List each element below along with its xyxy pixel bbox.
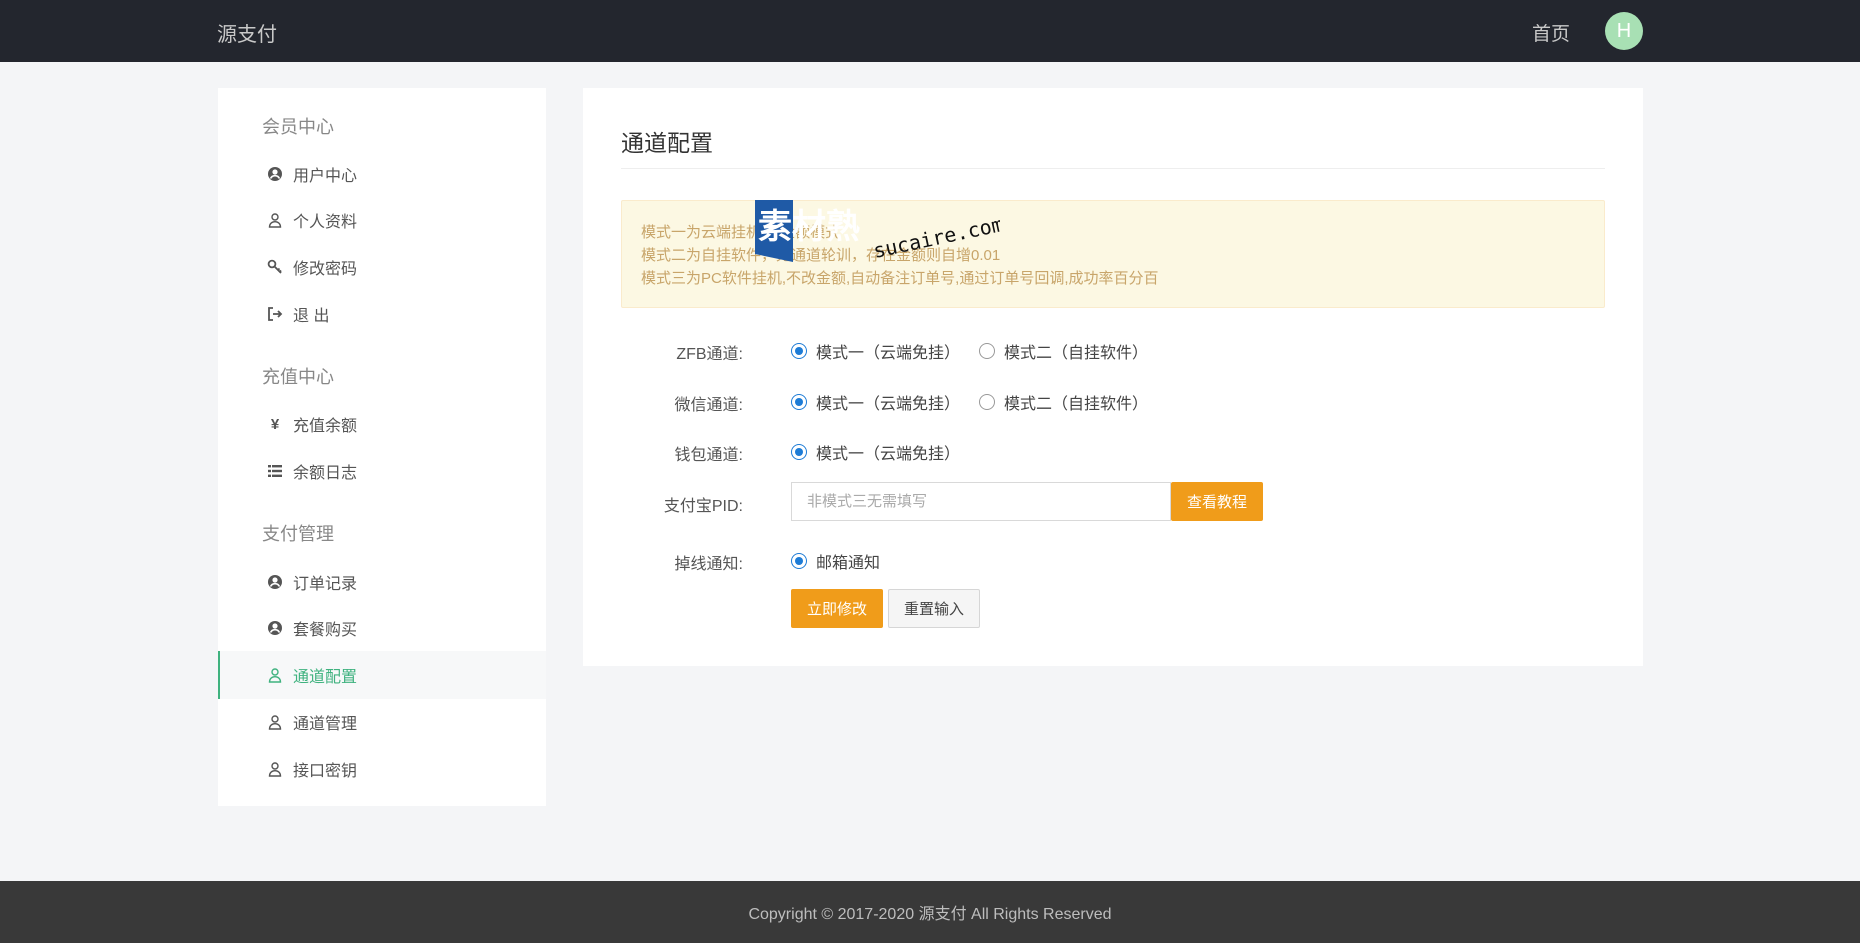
user-outline-icon <box>265 759 285 779</box>
sidebar-item-api-key[interactable]: 接口密钥 <box>218 745 546 793</box>
sidebar-item-channel-config[interactable]: 通道配置 <box>218 651 546 699</box>
notice-line: 模式三为PC软件挂机,不改金额,自动备注订单号,通过订单号回调,成功率百分百 <box>641 270 1159 287</box>
radio-checked-icon <box>791 343 807 359</box>
zfb-channel-label: ZFB通道: <box>676 346 743 363</box>
wechat-mode2-radio[interactable]: 模式二（自挂软件） <box>979 390 1148 414</box>
view-tutorial-button[interactable]: 查看教程 <box>1171 482 1263 521</box>
radio-checked-icon <box>791 444 807 460</box>
user-outline-icon <box>265 712 285 732</box>
footer: Copyright © 2017-2020 源支付 All Rights Res… <box>0 881 1860 943</box>
radio-label: 模式二（自挂软件） <box>1004 396 1149 413</box>
alipay-pid-label: 支付宝PID: <box>663 498 743 515</box>
radio-label: 模式一（云端免挂） <box>816 345 961 362</box>
sidebar-item-label: 充值余额 <box>293 418 358 435</box>
nav-home-link[interactable]: 首页 <box>1532 19 1570 46</box>
user-circle-icon <box>265 572 285 592</box>
list-icon <box>265 461 285 481</box>
sidebar-item-orders[interactable]: 订单记录 <box>218 558 546 606</box>
watermark-cn-text: 素材熟 <box>758 207 860 247</box>
submit-button[interactable]: 立即修改 <box>791 589 883 628</box>
alipay-pid-input[interactable] <box>791 482 1171 521</box>
sidebar-item-label: 修改密码 <box>293 261 358 278</box>
title-divider <box>621 168 1605 169</box>
sidebar-item-label: 通道配置 <box>293 669 358 686</box>
channel-config-panel: 通道配置 模式一为云端挂机,改金额模式 模式二为自挂软件，无通道轮训，存在金额则… <box>583 88 1643 666</box>
sidebar-item-balance-log[interactable]: 余额日志 <box>218 447 546 495</box>
page-title: 通道配置 <box>621 130 713 156</box>
user-circle-icon <box>265 618 285 638</box>
sidebar-item-recharge-balance[interactable]: ¥ 充值余额 <box>218 400 546 448</box>
sidebar-item-label: 套餐购买 <box>293 622 358 639</box>
sidebar-item-label: 余额日志 <box>293 465 358 482</box>
user-outline-icon <box>265 665 285 685</box>
top-navbar: 源支付 首页 H <box>0 0 1860 62</box>
offline-notify-label: 掉线通知: <box>674 556 743 573</box>
yen-icon: ¥ <box>270 415 280 433</box>
sidebar-item-change-password[interactable]: 修改密码 <box>218 243 546 291</box>
logout-icon <box>265 304 285 324</box>
sidebar-item-label: 用户中心 <box>293 168 358 185</box>
copyright-text: Copyright © 2017-2020 源支付 All Rights Res… <box>748 906 1112 923</box>
sidebar-group-member: 会员中心 <box>262 117 334 137</box>
wechat-channel-label: 微信通道: <box>674 397 743 414</box>
radio-unchecked-icon <box>979 343 995 359</box>
sidebar-item-label: 退 出 <box>293 308 330 325</box>
sidebar-item-label: 订单记录 <box>293 576 358 593</box>
sidebar-item-label: 接口密钥 <box>293 763 358 780</box>
radio-checked-icon <box>791 553 807 569</box>
zfb-mode2-radio[interactable]: 模式二（自挂软件） <box>979 339 1148 363</box>
sidebar: 会员中心 用户中心 个人资料 修改密码 退 出 充值中心 ¥ 充值余额 余额日志… <box>218 88 546 806</box>
sidebar-group-payment: 支付管理 <box>262 524 334 544</box>
radio-label: 邮箱通知 <box>816 555 881 572</box>
wallet-mode1-radio[interactable]: 模式一（云端免挂） <box>791 440 960 464</box>
sidebar-group-recharge: 充值中心 <box>262 367 334 387</box>
sidebar-item-label: 通道管理 <box>293 716 358 733</box>
avatar[interactable]: H <box>1605 12 1643 50</box>
sidebar-item-package-purchase[interactable]: 套餐购买 <box>218 604 546 652</box>
sidebar-item-logout[interactable]: 退 出 <box>218 290 546 338</box>
reset-button[interactable]: 重置输入 <box>888 589 980 628</box>
wechat-mode1-radio[interactable]: 模式一（云端免挂） <box>791 390 960 414</box>
sidebar-item-channel-management[interactable]: 通道管理 <box>218 698 546 746</box>
sidebar-item-label: 个人资料 <box>293 214 358 231</box>
watermark-en-text: sucaire.com <box>871 212 1000 262</box>
radio-label: 模式一（云端免挂） <box>816 446 961 463</box>
email-notify-radio[interactable]: 邮箱通知 <box>791 549 880 573</box>
key-icon <box>265 257 285 277</box>
sidebar-item-user-center[interactable]: 用户中心 <box>218 150 546 198</box>
zfb-mode1-radio[interactable]: 模式一（云端免挂） <box>791 339 960 363</box>
wallet-channel-label: 钱包通道: <box>674 447 743 464</box>
radio-unchecked-icon <box>979 394 995 410</box>
sidebar-item-profile[interactable]: 个人资料 <box>218 196 546 244</box>
user-outline-icon <box>265 210 285 230</box>
user-circle-icon <box>265 164 285 184</box>
radio-label: 模式二（自挂软件） <box>1004 345 1149 362</box>
watermark-logo: 素材熟 sucaire.com <box>755 200 1006 263</box>
radio-checked-icon <box>791 394 807 410</box>
brand-logo[interactable]: 源支付 <box>217 18 277 47</box>
radio-label: 模式一（云端免挂） <box>816 396 961 413</box>
